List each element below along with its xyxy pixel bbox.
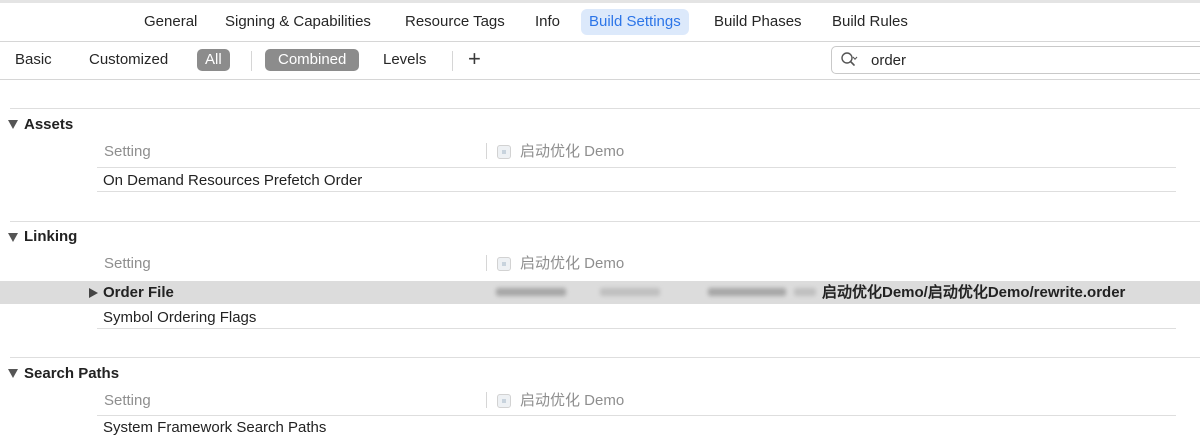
setting-row-order-file-selected[interactable]: Order File 启动优化Demo/启动优化Demo/rewrite.ord…: [0, 281, 1200, 304]
target-icon: [497, 257, 511, 271]
add-setting-button[interactable]: +: [468, 46, 481, 72]
setting-column-header: Setting: [104, 143, 151, 160]
tab-signing-capabilities[interactable]: Signing & Capabilities: [217, 9, 379, 35]
search-field[interactable]: order: [831, 46, 1200, 74]
target-icon: [497, 394, 511, 408]
filter-divider: [452, 51, 453, 71]
column-divider: [486, 255, 487, 271]
tab-build-settings[interactable]: Build Settings: [581, 9, 689, 35]
target-column-header: 启动优化 Demo: [520, 392, 625, 409]
target-icon: [497, 145, 511, 159]
row-divider: [97, 328, 1176, 329]
disclosure-triangle-open-icon[interactable]: [8, 120, 18, 129]
editor-tab-bar: General Signing & Capabilities Resource …: [0, 3, 1200, 42]
filter-divider: [251, 51, 252, 71]
setting-column-header: Setting: [104, 392, 151, 409]
row-divider: [97, 191, 1176, 192]
tab-resource-tags[interactable]: Resource Tags: [397, 9, 513, 35]
tab-info[interactable]: Info: [527, 9, 568, 35]
tab-build-phases[interactable]: Build Phases: [706, 9, 810, 35]
combined-view-button[interactable]: Combined: [265, 49, 360, 71]
setting-name-order-file[interactable]: Order File: [103, 284, 174, 302]
tab-general[interactable]: General: [136, 9, 205, 35]
order-file-path-value[interactable]: 启动优化Demo/启动优化Demo/rewrite.order: [822, 284, 1125, 302]
disclosure-triangle-closed-icon[interactable]: [89, 288, 98, 298]
target-column-header: 启动优化 Demo: [520, 143, 625, 160]
setting-row-system-framework-search-paths[interactable]: System Framework Search Paths: [103, 419, 326, 437]
magnifier-dropdown-icon[interactable]: [840, 50, 858, 70]
disclosure-triangle-open-icon[interactable]: [8, 369, 18, 378]
row-divider: [97, 167, 1176, 168]
setting-column-header: Setting: [104, 255, 151, 272]
section-divider: [10, 221, 1200, 222]
setting-row-on-demand-resources-prefetch-order[interactable]: On Demand Resources Prefetch Order: [103, 172, 362, 190]
levels-view-button[interactable]: Levels: [383, 49, 426, 71]
column-divider: [486, 392, 487, 408]
section-title-assets[interactable]: Assets: [24, 116, 73, 134]
row-divider: [97, 415, 1176, 416]
search-input[interactable]: order: [871, 51, 906, 71]
column-divider: [486, 143, 487, 159]
tab-build-rules[interactable]: Build Rules: [824, 9, 916, 35]
disclosure-triangle-open-icon[interactable]: [8, 233, 18, 242]
section-title-search-paths[interactable]: Search Paths: [24, 365, 119, 383]
target-column-header: 启动优化 Demo: [520, 255, 625, 272]
all-filter-button[interactable]: All: [197, 49, 230, 71]
section-title-linking[interactable]: Linking: [24, 228, 77, 246]
section-divider: [10, 357, 1200, 358]
basic-filter-button[interactable]: Basic: [15, 49, 52, 71]
customized-filter-button[interactable]: Customized: [89, 49, 168, 71]
section-divider: [10, 108, 1200, 109]
setting-row-symbol-ordering-flags[interactable]: Symbol Ordering Flags: [103, 309, 256, 327]
